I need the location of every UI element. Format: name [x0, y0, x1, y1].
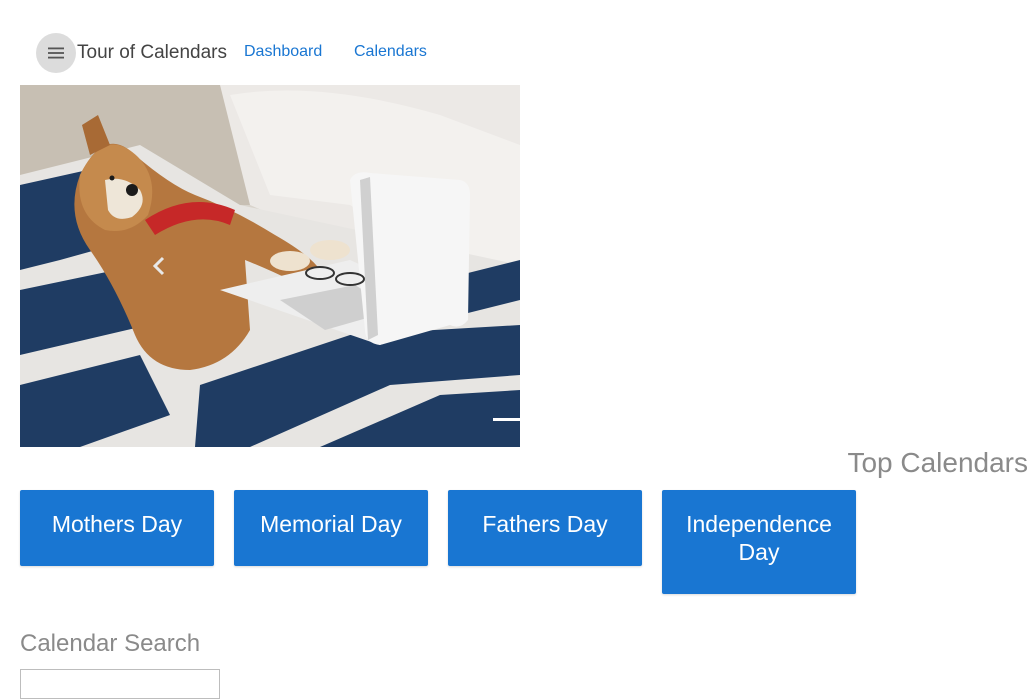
menu-icon: [48, 47, 64, 59]
dog-laptop-photo: [20, 85, 520, 447]
menu-button[interactable]: [36, 33, 76, 73]
calendar-button-fathers-day[interactable]: Fathers Day: [448, 490, 642, 566]
app-title: Tour of Calendars: [77, 42, 227, 63]
calendar-search-heading: Calendar Search: [20, 630, 201, 657]
nav-link-calendars[interactable]: Calendars: [354, 43, 427, 61]
calendar-search-input[interactable]: [20, 669, 220, 699]
chevron-left-icon: [152, 256, 165, 276]
top-calendars-heading: Top Calendars: [847, 447, 1028, 478]
carousel-indicator[interactable]: [493, 418, 520, 421]
image-carousel: [20, 85, 520, 447]
calendar-button-memorial-day[interactable]: Memorial Day: [234, 490, 428, 566]
top-toolbar: Tour of Calendars Dashboard Calendars: [36, 33, 427, 73]
nav-link-dashboard[interactable]: Dashboard: [244, 43, 322, 61]
calendar-button-mothers-day[interactable]: Mothers Day: [20, 490, 214, 566]
carousel-prev-button[interactable]: [148, 251, 170, 281]
calendar-button-independence-day[interactable]: Independence Day: [662, 490, 856, 594]
